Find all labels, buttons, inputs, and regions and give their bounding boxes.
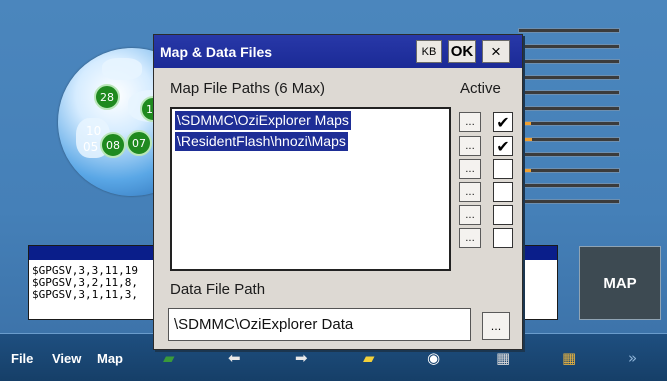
- signal-bar: [518, 183, 620, 188]
- signal-bar: [518, 198, 620, 204]
- signal-bar: [518, 74, 620, 80]
- satellite-label: 05: [83, 140, 99, 154]
- map-path-item[interactable]: \SDMMC\OziExplorer Maps: [175, 111, 351, 130]
- color-grid-icon[interactable]: ▦: [562, 349, 576, 367]
- grid-icon[interactable]: ▦: [496, 349, 510, 367]
- folder-icon[interactable]: ▰: [363, 349, 375, 367]
- signal-bar: [518, 121, 620, 126]
- satellite-label: 10: [86, 124, 102, 138]
- active-checkbox-2[interactable]: ✔: [493, 136, 513, 156]
- active-checkbox-1[interactable]: ✔: [493, 112, 513, 132]
- more-icon[interactable]: »: [628, 349, 637, 367]
- signal-bar: [518, 28, 620, 33]
- active-checkbox-4[interactable]: [493, 182, 513, 202]
- keyboard-button[interactable]: KB: [416, 40, 442, 63]
- active-checkbox-6[interactable]: [493, 228, 513, 248]
- data-path-field[interactable]: \SDMMC\OziExplorer Data: [168, 308, 471, 341]
- satellite-marker: 07: [126, 130, 152, 156]
- browse-path-button-1[interactable]: ...: [459, 112, 481, 132]
- signal-strength-bars: [518, 28, 620, 214]
- dialog-titlebar: Map & Data Files KB OK ×: [154, 35, 522, 68]
- active-checkbox-3[interactable]: [493, 159, 513, 179]
- browse-path-button-2[interactable]: ...: [459, 136, 481, 156]
- menu-view[interactable]: View: [52, 351, 81, 366]
- globe-icon[interactable]: ◉: [427, 349, 440, 367]
- forward-arrow-icon[interactable]: ➡: [295, 349, 308, 367]
- menu-map[interactable]: Map: [97, 351, 123, 366]
- ok-button[interactable]: OK: [448, 40, 476, 63]
- map-data-files-dialog: Map & Data Files KB OK × Map File Paths …: [153, 34, 523, 350]
- satellite-marker: 08: [100, 132, 126, 158]
- map-path-list[interactable]: \SDMMC\OziExplorer Maps \ResidentFlash\h…: [170, 107, 451, 271]
- signal-bar: [518, 59, 620, 64]
- map-button[interactable]: MAP: [579, 246, 661, 320]
- browse-path-button-4[interactable]: ...: [459, 182, 481, 202]
- active-checkbox-5[interactable]: [493, 205, 513, 225]
- browse-path-button-3[interactable]: ...: [459, 159, 481, 179]
- active-label: Active: [460, 80, 501, 97]
- signal-bar: [518, 152, 620, 157]
- browse-path-button-5[interactable]: ...: [459, 205, 481, 225]
- satellite-icon[interactable]: ▰: [163, 349, 175, 367]
- signal-bar: [518, 43, 620, 49]
- satellite-marker: 28: [94, 84, 120, 110]
- data-path-label: Data File Path: [170, 281, 266, 298]
- signal-bar: [518, 90, 620, 95]
- signal-bar: [518, 167, 620, 173]
- back-arrow-icon[interactable]: ⬅: [228, 349, 241, 367]
- map-path-item[interactable]: \ResidentFlash\hnozi\Maps: [175, 132, 348, 151]
- signal-bar: [518, 136, 620, 142]
- browse-path-button-6[interactable]: ...: [459, 228, 481, 248]
- dialog-title: Map & Data Files: [160, 44, 273, 60]
- menu-file[interactable]: File: [11, 351, 33, 366]
- signal-bar: [518, 105, 620, 111]
- map-paths-label: Map File Paths (6 Max): [170, 80, 326, 97]
- close-button[interactable]: ×: [482, 40, 510, 63]
- browse-data-path-button[interactable]: ...: [482, 312, 510, 340]
